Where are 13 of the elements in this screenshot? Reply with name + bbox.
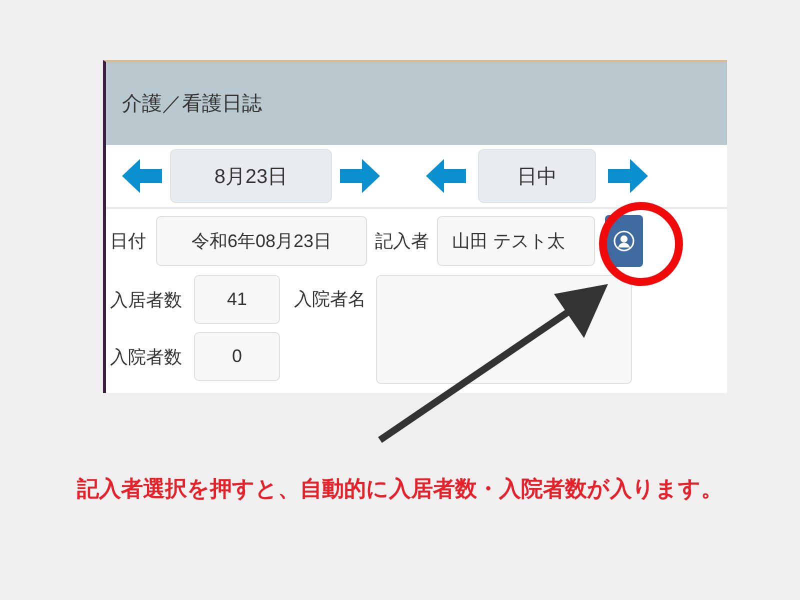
instruction-text: 記入者選択を押すと、自動的に入居者数・入院者数が入ります。 [76,475,724,504]
field-label: 日付 [110,230,146,253]
residents-field[interactable]: 41 [194,275,280,324]
date-display: 8月23日 [170,149,332,203]
field-label: 入院者名 [294,288,366,311]
field-label: 入院者数 [110,346,182,368]
hospitalized-count-field[interactable]: 0 [194,332,280,381]
field-label: 記入者 [375,230,429,253]
writer-field[interactable]: 山田 テスト太 [437,216,595,266]
field-label: 入居者数 [110,288,182,312]
page-title: 介護／看護日誌 [122,92,262,117]
date-field[interactable]: 令和6年08月23日 [156,216,367,266]
shift-display: 日中 [478,149,596,203]
